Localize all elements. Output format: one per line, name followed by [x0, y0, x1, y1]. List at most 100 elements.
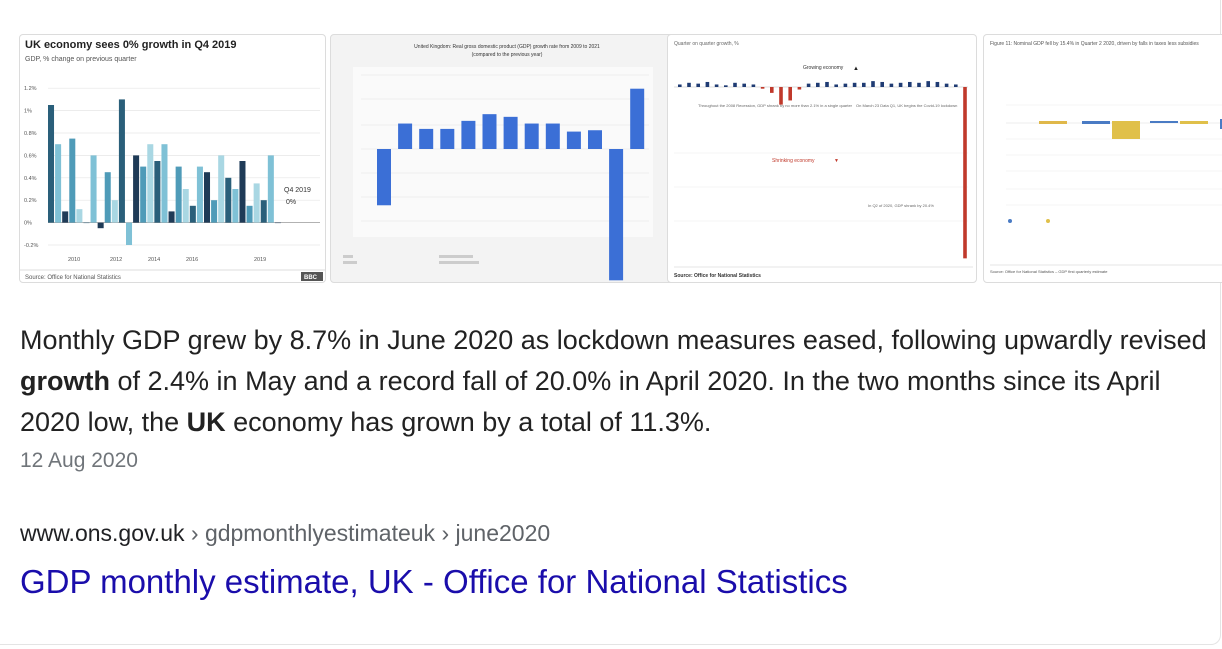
- thumbnail-statista-gdp-chart[interactable]: United Kingdom: Real gross domestic prod…: [330, 34, 682, 283]
- bar: [111, 200, 118, 223]
- search-result-card: UK economy sees 0% growth in Q4 2019 GDP…: [0, 0, 1222, 645]
- x-tick-label: 2019: [254, 257, 266, 263]
- bar: [398, 123, 413, 149]
- bar: [545, 123, 560, 149]
- bar: [770, 87, 774, 93]
- bar: [377, 149, 391, 206]
- bar: [218, 155, 225, 223]
- y-tick-label: -0.2%: [24, 243, 38, 249]
- snippet-bold-uk: UK: [186, 407, 226, 437]
- chart4-source: Source: Office for National Statistics –…: [990, 269, 1108, 274]
- bar: [239, 161, 246, 223]
- bar: [760, 87, 765, 89]
- thumbnail-quarterly-growth-chart[interactable]: Quarter on quarter growth, % Growing eco…: [667, 34, 977, 283]
- up-triangle-icon: ▲: [853, 66, 859, 72]
- bar: [482, 114, 497, 149]
- chart3-top-label: Quarter on quarter growth, %: [674, 41, 739, 47]
- chart2-title-line1: United Kingdom: Real gross domestic prod…: [414, 44, 600, 50]
- bar: [140, 166, 147, 223]
- bar: [133, 155, 140, 223]
- breadcrumb[interactable]: www.ons.gov.uk › gdpmonthlyestimateuk › …: [20, 520, 550, 547]
- y-tick-label: 1%: [24, 109, 32, 115]
- bar: [189, 205, 196, 223]
- bar: [733, 82, 737, 87]
- y-tick-label: 0.8%: [24, 131, 37, 137]
- bar: [889, 83, 894, 87]
- bar: [232, 189, 239, 223]
- result-snippet: Monthly GDP grew by 8.7% in June 2020 as…: [20, 320, 1210, 443]
- bar: [503, 116, 518, 149]
- bar: [62, 211, 69, 223]
- bar: [126, 222, 133, 245]
- breadcrumb-path-2: june2020: [455, 520, 551, 546]
- chart1-annotation-line2: 0%: [286, 199, 296, 206]
- chart3-shrinking-label: Shrinking economy: [772, 158, 815, 164]
- bar: [76, 209, 83, 223]
- bar: [825, 81, 829, 87]
- bar: [419, 128, 434, 149]
- y-tick-label: 1.2%: [24, 86, 37, 92]
- chart4-title: Figure 11: Nominal GDP fell by 15.4% in …: [990, 41, 1199, 47]
- chart3-growing-label: Growing economy: [803, 65, 844, 71]
- bar: [705, 81, 710, 87]
- chart1-annotation-line1: Q4 2019: [284, 187, 311, 194]
- x-tick-label: 2012: [110, 257, 122, 263]
- chart3-bottom-note: In Q2 of 2020, GDP shrank by 20.4%: [868, 203, 934, 208]
- x-tick-label: 2014: [148, 257, 160, 263]
- breadcrumb-separator: ›: [441, 520, 450, 546]
- bar: [1039, 121, 1067, 124]
- result-title-link[interactable]: GDP monthly estimate, UK - Office for Na…: [20, 563, 848, 601]
- chart3-note-left: Throughout the 2008 Recession, GDP shran…: [698, 103, 853, 108]
- bar: [935, 81, 940, 87]
- bar: [816, 82, 820, 87]
- legend-marker: [1046, 219, 1050, 223]
- bar: [751, 84, 756, 87]
- chart1-badge: BBC: [304, 275, 318, 281]
- bar: [742, 83, 746, 87]
- bar: [175, 166, 182, 223]
- x-tick-label: 2016: [186, 257, 198, 263]
- statista-gdp-chart: United Kingdom: Real gross domestic prod…: [343, 44, 653, 281]
- bar: [260, 200, 267, 223]
- bar: [963, 87, 967, 259]
- y-tick-label: 0.4%: [24, 176, 37, 182]
- thumbnail-nominal-gdp-chart[interactable]: Figure 11: Nominal GDP fell by 15.4% in …: [983, 34, 1222, 283]
- bar: [48, 105, 55, 223]
- bar: [788, 87, 792, 101]
- bar: [797, 87, 802, 90]
- thumbnail-bbc-gdp-chart[interactable]: UK economy sees 0% growth in Q4 2019 GDP…: [19, 34, 326, 283]
- bar: [274, 222, 281, 224]
- bar: [1150, 121, 1178, 123]
- bar: [898, 82, 903, 87]
- bar: [696, 83, 700, 87]
- legend-marker: [1008, 219, 1012, 223]
- bar: [97, 222, 104, 229]
- bar: [779, 87, 783, 105]
- bar: [880, 81, 884, 87]
- bar: [806, 83, 811, 87]
- bar: [843, 83, 848, 87]
- bar: [724, 85, 728, 87]
- bar: [862, 82, 866, 87]
- bar: [147, 144, 154, 223]
- bar: [1112, 121, 1140, 139]
- bar: [908, 81, 912, 87]
- bar: [161, 144, 168, 223]
- bar: [225, 177, 232, 223]
- bar: [1180, 121, 1208, 124]
- bar: [104, 172, 111, 223]
- bar: [834, 84, 838, 87]
- y-tick-label: 0.2%: [24, 198, 37, 204]
- bar: [55, 144, 62, 223]
- bar: [954, 84, 958, 87]
- bar: [182, 189, 189, 223]
- bar: [253, 183, 260, 223]
- bar: [154, 161, 161, 223]
- bar: [118, 99, 125, 223]
- bar: [246, 205, 253, 223]
- bar: [204, 172, 211, 223]
- chart1-subtitle: GDP, % change on previous quarter: [25, 56, 137, 63]
- snippet-date: 12 Aug 2020: [20, 449, 138, 472]
- breadcrumb-path-1: gdpmonthlyestimateuk: [204, 520, 436, 546]
- image-thumbnails: UK economy sees 0% growth in Q4 2019 GDP…: [19, 34, 1222, 283]
